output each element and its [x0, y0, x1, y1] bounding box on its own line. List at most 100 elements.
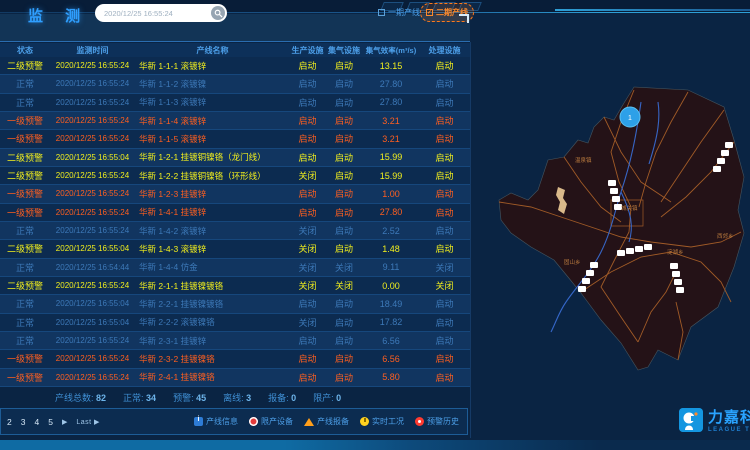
- city-map-panel[interactable]: 1 温泉镇城关镇西郊乡固山乡淀湖乡: [470, 42, 750, 438]
- time-cell: 2020/12/25 16:55:24: [50, 354, 135, 363]
- search-icon[interactable]: [211, 6, 225, 20]
- phase1-checkbox[interactable]: 一期产线: [378, 7, 420, 18]
- legend-alarm[interactable]: 预警历史: [415, 416, 459, 427]
- status-cell: 一级预警: [0, 132, 50, 145]
- page-button[interactable]: 2: [7, 417, 12, 427]
- tri-icon: [304, 418, 314, 426]
- device-marker[interactable]: [608, 180, 616, 186]
- device-marker[interactable]: [617, 250, 625, 256]
- gas-cell: 启动: [325, 206, 363, 219]
- device-marker[interactable]: [674, 279, 682, 285]
- map-place-label: 西郊乡: [717, 232, 734, 240]
- status-cell: 正常: [0, 77, 50, 90]
- time-cell: 2020/12/25 16:55:24: [50, 373, 135, 382]
- column-header-time: 监测时间: [50, 45, 135, 56]
- table-row[interactable]: 二级预警2020/12/25 16:55:04华新 1-2-1 挂镀铜镍铬（龙门…: [0, 149, 470, 167]
- page-button[interactable]: 3: [21, 417, 26, 427]
- prod-cell: 启动: [290, 206, 325, 219]
- table-row[interactable]: 二级预警2020/12/25 16:55:24华新 2-1-1 挂镀镍镀铬关闭关…: [0, 277, 470, 295]
- league-tech-logo: 力嘉科技 LEAGUE TECH: [679, 406, 750, 433]
- table-row[interactable]: 正常2020/12/25 16:55:24华新 1-1-3 滚镀锌启动启动27.…: [0, 94, 470, 112]
- device-marker[interactable]: [612, 196, 620, 202]
- device-marker[interactable]: [725, 142, 733, 148]
- legend-tri[interactable]: 产线报备: [304, 416, 349, 427]
- table-row[interactable]: 二级预警2020/12/25 16:55:04华新 1-4-3 滚镀锌关闭启动1…: [0, 240, 470, 258]
- time-cell: 2020/12/25 16:55:24: [50, 61, 135, 70]
- treat-cell: 关闭: [419, 279, 470, 292]
- page-button[interactable]: 4: [34, 417, 39, 427]
- prod-cell: 启动: [290, 151, 325, 164]
- eff-cell: 17.82: [363, 317, 419, 327]
- legend-label: 限产设备: [261, 416, 293, 427]
- treat-cell: 启动: [419, 316, 470, 329]
- eff-cell: 1.48: [363, 244, 419, 254]
- gas-cell: 启动: [325, 151, 363, 164]
- name-cell: 华新 1-4-1 挂镀锌: [135, 206, 290, 218]
- summary-item: 产线总数: 82: [55, 391, 106, 404]
- monitor-table-body: 二级预警2020/12/25 16:55:24华新 1-1-1 滚镀锌启动启动1…: [0, 57, 470, 387]
- name-cell: 华新 1-4-4 仿金: [135, 261, 290, 273]
- summary-item: 限产: 0: [313, 391, 341, 404]
- district-boundary: [499, 87, 744, 370]
- table-row[interactable]: 一级预警2020/12/25 16:55:24华新 2-3-2 挂镀镍铬启动启动…: [0, 350, 470, 368]
- device-marker[interactable]: [676, 287, 684, 293]
- page-button[interactable]: 5: [48, 417, 53, 427]
- device-marker[interactable]: [644, 244, 652, 250]
- search-input[interactable]: [95, 9, 211, 18]
- legend-limit[interactable]: 限产设备: [249, 416, 293, 427]
- cluster-count: 1: [628, 115, 632, 122]
- summary-item: 预警: 45: [173, 391, 206, 404]
- device-marker[interactable]: [590, 262, 598, 268]
- summary-item: 正常: 34: [123, 391, 156, 404]
- device-marker[interactable]: [635, 246, 643, 252]
- table-row[interactable]: 二级预警2020/12/25 16:55:24华新 1-1-1 滚镀锌启动启动1…: [0, 57, 470, 75]
- device-marker[interactable]: [713, 166, 721, 172]
- device-marker[interactable]: [610, 188, 618, 194]
- eff-cell: 27.80: [363, 79, 419, 89]
- table-row[interactable]: 正常2020/12/25 16:55:24华新 2-3-1 挂镀锌启动启动6.5…: [0, 332, 470, 350]
- device-marker[interactable]: [586, 270, 594, 276]
- bottom-strip: [0, 440, 750, 450]
- checked-icon: ✔: [426, 9, 433, 16]
- table-row[interactable]: 正常2020/12/25 16:55:24华新 1-4-2 滚镀锌关闭启动2.5…: [0, 222, 470, 240]
- table-row[interactable]: 一级预警2020/12/25 16:55:24华新 1-4-1 挂镀锌启动启动2…: [0, 204, 470, 222]
- gas-cell: 关闭: [325, 279, 363, 292]
- legend-info[interactable]: 产线信息: [194, 416, 238, 427]
- table-row[interactable]: 二级预警2020/12/25 16:55:24华新 1-2-2 挂镀铜镍铬（环形…: [0, 167, 470, 185]
- device-marker[interactable]: [721, 150, 729, 156]
- next-page-button[interactable]: ▶: [62, 418, 67, 426]
- legend-gauge[interactable]: 实时工况: [360, 416, 404, 427]
- prod-cell: 关闭: [290, 242, 325, 255]
- eff-cell: 27.80: [363, 207, 419, 217]
- treat-cell: 启动: [419, 132, 470, 145]
- time-cell: 2020/12/25 16:55:24: [50, 171, 135, 180]
- device-marker[interactable]: [582, 278, 590, 284]
- name-cell: 华新 2-3-2 挂镀镍铬: [135, 353, 290, 365]
- table-row[interactable]: 一级预警2020/12/25 16:55:24华新 1-1-4 滚镀锌启动启动3…: [0, 112, 470, 130]
- table-row[interactable]: 正常2020/12/25 16:54:44华新 1-4-4 仿金关闭关闭9.11…: [0, 259, 470, 277]
- corner-bracket-decoration: [459, 14, 469, 23]
- device-marker[interactable]: [717, 158, 725, 164]
- table-row[interactable]: 正常2020/12/25 16:55:04华新 2-2-2 滚镀镍铬关闭启动17…: [0, 314, 470, 332]
- prod-cell: 启动: [290, 187, 325, 200]
- name-cell: 华新 1-2-1 挂镀铜镍铬（龙门线）: [135, 151, 290, 163]
- table-row[interactable]: 一级预警2020/12/25 16:55:24华新 2-4-1 挂镀镍铬启动启动…: [0, 369, 470, 387]
- treat-cell: 启动: [419, 169, 470, 182]
- table-row[interactable]: 正常2020/12/25 16:55:04华新 2-2-1 挂镀镍镀铬启动启动1…: [0, 295, 470, 313]
- map-place-label: 温泉镇: [575, 156, 592, 164]
- column-header-eff: 集气效率(m³/s): [363, 45, 419, 56]
- device-marker[interactable]: [670, 263, 678, 269]
- table-row[interactable]: 正常2020/12/25 16:55:24华新 1-1-2 滚镀镍启动启动27.…: [0, 75, 470, 93]
- table-row[interactable]: 一级预警2020/12/25 16:55:24华新 1-1-5 滚镀锌启动启动3…: [0, 130, 470, 148]
- eff-cell: 9.11: [363, 262, 419, 272]
- device-marker[interactable]: [672, 271, 680, 277]
- summary-item: 报备: 0: [268, 391, 296, 404]
- device-marker[interactable]: [578, 286, 586, 292]
- table-row[interactable]: 一级预警2020/12/25 16:55:24华新 1-2-3 挂镀锌启动启动1…: [0, 185, 470, 203]
- time-cell: 2020/12/25 16:55:04: [50, 318, 135, 327]
- time-cell: 2020/12/25 16:55:04: [50, 153, 135, 162]
- treat-cell: 启动: [419, 187, 470, 200]
- device-marker[interactable]: [626, 248, 634, 254]
- last-page-button[interactable]: Last ▶: [76, 418, 100, 426]
- treat-cell: 启动: [419, 297, 470, 310]
